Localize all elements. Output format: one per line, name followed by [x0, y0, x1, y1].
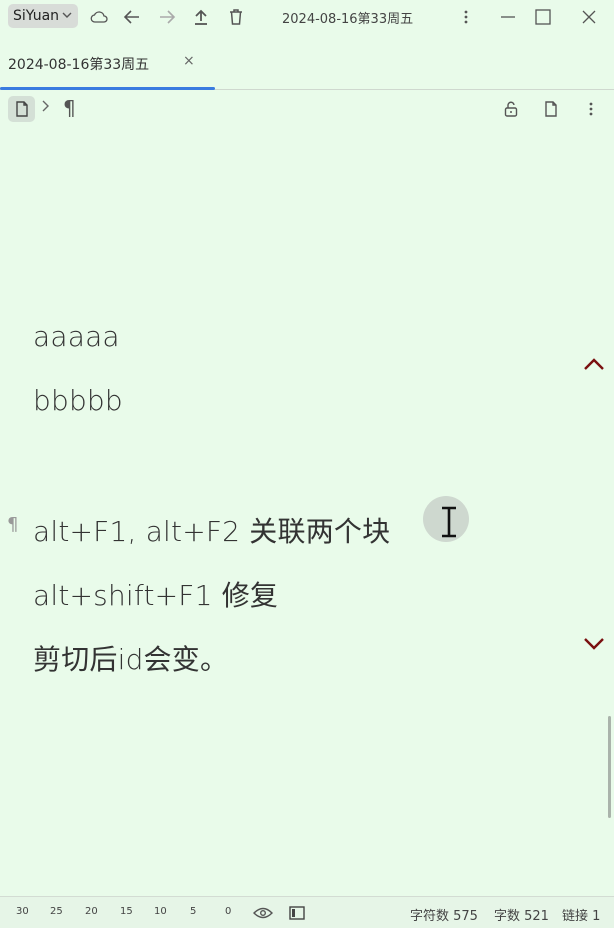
zoom-level[interactable]: 10	[154, 906, 167, 917]
zoom-level[interactable]: 25	[50, 906, 63, 917]
breadcrumb: ¶	[0, 92, 614, 126]
document-icon[interactable]	[540, 98, 562, 120]
title-bar: SiYuan 2024-08-16第33周五	[0, 0, 614, 34]
eye-icon[interactable]	[252, 902, 274, 924]
window-title: 2024-08-16第33周五	[282, 12, 414, 27]
tab-bar: 2024-08-16第33周五 ×	[0, 40, 614, 90]
chevron-right-icon	[41, 100, 49, 116]
more-vertical-icon[interactable]	[455, 6, 477, 28]
panel-icon[interactable]	[286, 902, 308, 924]
char-count: 字符数 575	[410, 909, 478, 924]
paragraph-block[interactable]: 剪切后id会变。	[33, 638, 228, 678]
cloud-icon[interactable]	[88, 6, 110, 28]
paragraph-block[interactable]: alt+shift+F1 修复	[33, 574, 278, 614]
workspace-select[interactable]: SiYuan	[8, 4, 78, 28]
back-arrow-icon[interactable]	[121, 6, 143, 28]
zoom-level[interactable]: 30	[16, 906, 29, 917]
block-gutter-icon[interactable]: ¶	[7, 514, 18, 535]
zoom-level[interactable]: 5	[190, 906, 196, 917]
zoom-level[interactable]: 15	[120, 906, 133, 917]
tab-active-indicator	[0, 87, 215, 90]
close-icon[interactable]	[578, 6, 600, 28]
paragraph-block[interactable]: alt+F1, alt+F2 关联两个块	[33, 510, 390, 550]
more-vertical-icon[interactable]	[580, 98, 602, 120]
paragraph-block[interactable]: aaaaa	[33, 320, 120, 353]
tab-label: 2024-08-16第33周五	[8, 57, 150, 73]
paragraph-block[interactable]: bbbbb	[33, 384, 123, 417]
tab-close-button[interactable]: ×	[183, 53, 195, 69]
forward-arrow-icon[interactable]	[156, 6, 178, 28]
status-bar: 30 25 20 15 10 5 0 字符数 575 字数 521 链接 1	[0, 896, 614, 928]
maximize-icon[interactable]	[532, 6, 554, 28]
chevron-up-icon[interactable]	[583, 356, 605, 375]
upload-icon[interactable]	[190, 6, 212, 28]
scrollbar[interactable]	[608, 716, 611, 818]
chevron-down-icon	[62, 10, 72, 23]
text-cursor-icon	[437, 505, 461, 543]
document-icon[interactable]	[8, 96, 35, 122]
breadcrumb-paragraph[interactable]: ¶	[63, 96, 76, 120]
zoom-level[interactable]: 0	[225, 906, 231, 917]
minimize-icon[interactable]	[497, 6, 519, 28]
chevron-down-icon[interactable]	[583, 636, 605, 655]
word-count: 字数 521	[494, 909, 549, 924]
link-count: 链接 1	[562, 909, 601, 924]
tab-document[interactable]: 2024-08-16第33周五 ×	[0, 40, 215, 90]
trash-icon[interactable]	[225, 6, 247, 28]
zoom-level[interactable]: 20	[85, 906, 98, 917]
unlock-icon[interactable]	[500, 98, 522, 120]
workspace-label: SiYuan	[13, 8, 60, 24]
